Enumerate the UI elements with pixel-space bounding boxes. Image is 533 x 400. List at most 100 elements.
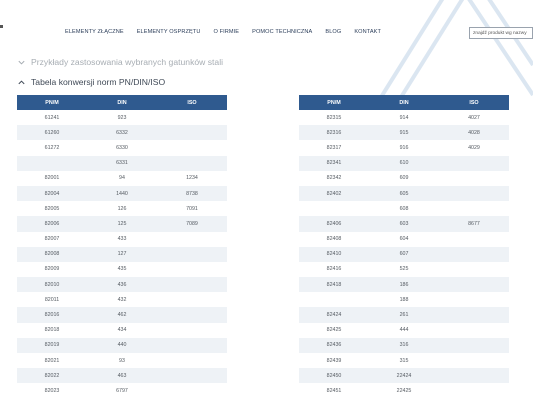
cell-din: 525 bbox=[369, 261, 439, 278]
cell-iso bbox=[157, 231, 227, 247]
cell-din: 923 bbox=[87, 110, 157, 126]
cell-pnm: 82007 bbox=[17, 231, 87, 247]
cell-pnm: 82021 bbox=[17, 353, 87, 369]
nav-item-kontakt[interactable]: KONTAKT bbox=[354, 29, 381, 35]
table-row: 82418 186 bbox=[299, 277, 509, 293]
cell-iso bbox=[439, 231, 509, 247]
table-row: 82341 610 bbox=[299, 155, 509, 171]
nav-item-o-firmie[interactable]: O FIRMIE bbox=[213, 29, 239, 35]
cell-din: 22424 bbox=[369, 368, 439, 384]
table-row: 82007 433 bbox=[17, 231, 227, 247]
table-row: 82342 609 bbox=[299, 170, 509, 186]
cell-din: 1440 bbox=[87, 185, 157, 202]
cell-din: 127 bbox=[87, 246, 157, 262]
cell-din: 914 bbox=[369, 110, 439, 126]
table-row: 82406 603 8677 bbox=[299, 216, 509, 232]
cell-din: 440 bbox=[87, 337, 157, 353]
accordion-steel-grades[interactable]: Przykłady zastosowania wybranych gatunkó… bbox=[17, 57, 223, 67]
cell-iso bbox=[439, 383, 509, 399]
cell-pnm: 82009 bbox=[17, 261, 87, 278]
cell-iso: 1234 bbox=[157, 170, 227, 186]
table-row: 188 bbox=[299, 292, 509, 308]
cell-pnm: 82408 bbox=[299, 231, 369, 247]
chevron-down-icon bbox=[18, 60, 25, 65]
cell-pnm: 82019 bbox=[17, 337, 87, 353]
cell-iso bbox=[157, 292, 227, 308]
cell-din: 916 bbox=[369, 140, 439, 156]
cell-iso bbox=[439, 246, 509, 262]
table-row: 82023 6797 bbox=[17, 383, 227, 399]
table-row: 82425 444 bbox=[299, 322, 509, 338]
cell-din: 434 bbox=[87, 322, 157, 338]
cell-din: 316 bbox=[369, 337, 439, 353]
cell-din: 915 bbox=[369, 125, 439, 141]
cell-iso bbox=[439, 201, 509, 217]
accordion-title: Tabela konwersji norm PN/DIN/ISO bbox=[31, 77, 166, 87]
table-row: 82439 315 bbox=[299, 353, 509, 369]
table-row: 61241 923 bbox=[17, 110, 227, 126]
cell-din: 436 bbox=[87, 277, 157, 293]
cell-iso bbox=[157, 277, 227, 293]
accordion-conversion-table[interactable]: Tabela konwersji norm PN/DIN/ISO bbox=[17, 77, 165, 87]
cell-din: 444 bbox=[369, 322, 439, 338]
cell-iso: 4028 bbox=[439, 125, 509, 141]
table-row: 82316 915 4028 bbox=[299, 125, 509, 141]
table-row: 82009 435 bbox=[17, 261, 227, 278]
cell-din: 462 bbox=[87, 307, 157, 323]
cell-iso bbox=[157, 110, 227, 126]
cell-iso bbox=[439, 292, 509, 308]
table-row: 61272 6330 bbox=[17, 140, 227, 156]
cell-pnm bbox=[299, 201, 369, 217]
cell-iso: 4029 bbox=[439, 140, 509, 156]
cell-din: 433 bbox=[87, 231, 157, 247]
cell-pnm: 82342 bbox=[299, 170, 369, 186]
cell-pnm: 82341 bbox=[299, 155, 369, 171]
table-row: 608 bbox=[299, 201, 509, 217]
cell-iso bbox=[157, 368, 227, 384]
cell-din: 605 bbox=[369, 185, 439, 202]
column-header-pnm: PN/M bbox=[17, 95, 87, 110]
logo-fragment[interactable] bbox=[0, 25, 3, 28]
table-row: 82402 605 bbox=[299, 185, 509, 202]
cell-iso: 7091 bbox=[157, 201, 227, 217]
table-row: 82410 607 bbox=[299, 246, 509, 262]
cell-pnm bbox=[299, 292, 369, 308]
cell-din: 463 bbox=[87, 368, 157, 384]
cell-din: 125 bbox=[87, 216, 157, 232]
cell-iso bbox=[157, 125, 227, 141]
cell-pnm: 82418 bbox=[299, 277, 369, 293]
column-header-din: DIN bbox=[369, 95, 439, 110]
cell-din: 6797 bbox=[87, 383, 157, 399]
main-navigation: ELEMENTY ZŁĄCZNE ELEMENTY OSPRZĘTU O FIR… bbox=[65, 29, 381, 35]
table-row: 82021 93 bbox=[17, 353, 227, 369]
table-row: 82315 914 4027 bbox=[299, 110, 509, 126]
nav-item-pomoc-techniczna[interactable]: POMOC TECHNICZNA bbox=[252, 29, 312, 35]
cell-iso bbox=[439, 277, 509, 293]
cell-din: 6331 bbox=[87, 155, 157, 171]
cell-din: 603 bbox=[369, 216, 439, 232]
cell-din: 6330 bbox=[87, 140, 157, 156]
cell-pnm: 61241 bbox=[17, 110, 87, 126]
cell-pnm: 82410 bbox=[299, 246, 369, 262]
nav-item-elementy-zlaczne[interactable]: ELEMENTY ZŁĄCZNE bbox=[65, 29, 124, 35]
cell-iso bbox=[439, 337, 509, 353]
cell-iso bbox=[439, 368, 509, 384]
background-triangle-decoration bbox=[371, 0, 533, 110]
cell-din: 186 bbox=[369, 277, 439, 293]
nav-item-blog[interactable]: BLOG bbox=[325, 29, 341, 35]
cell-pnm: 82439 bbox=[299, 353, 369, 369]
cell-iso bbox=[439, 170, 509, 186]
search-input[interactable]: znajdź produkt wg nazwy bbox=[469, 27, 533, 39]
cell-din: 432 bbox=[87, 292, 157, 308]
cell-din: 435 bbox=[87, 261, 157, 278]
column-header-iso: ISO bbox=[157, 95, 227, 110]
cell-pnm bbox=[17, 155, 87, 171]
table-row: 82018 434 bbox=[17, 322, 227, 338]
column-header-iso: ISO bbox=[439, 95, 509, 110]
nav-item-elementy-osprzetu[interactable]: ELEMENTY OSPRZĘTU bbox=[137, 29, 201, 35]
cell-din: 22425 bbox=[369, 383, 439, 399]
table-row: 82005 126 7091 bbox=[17, 201, 227, 217]
cell-din: 94 bbox=[87, 170, 157, 186]
cell-pnm: 82001 bbox=[17, 170, 87, 186]
cell-pnm: 82006 bbox=[17, 216, 87, 232]
